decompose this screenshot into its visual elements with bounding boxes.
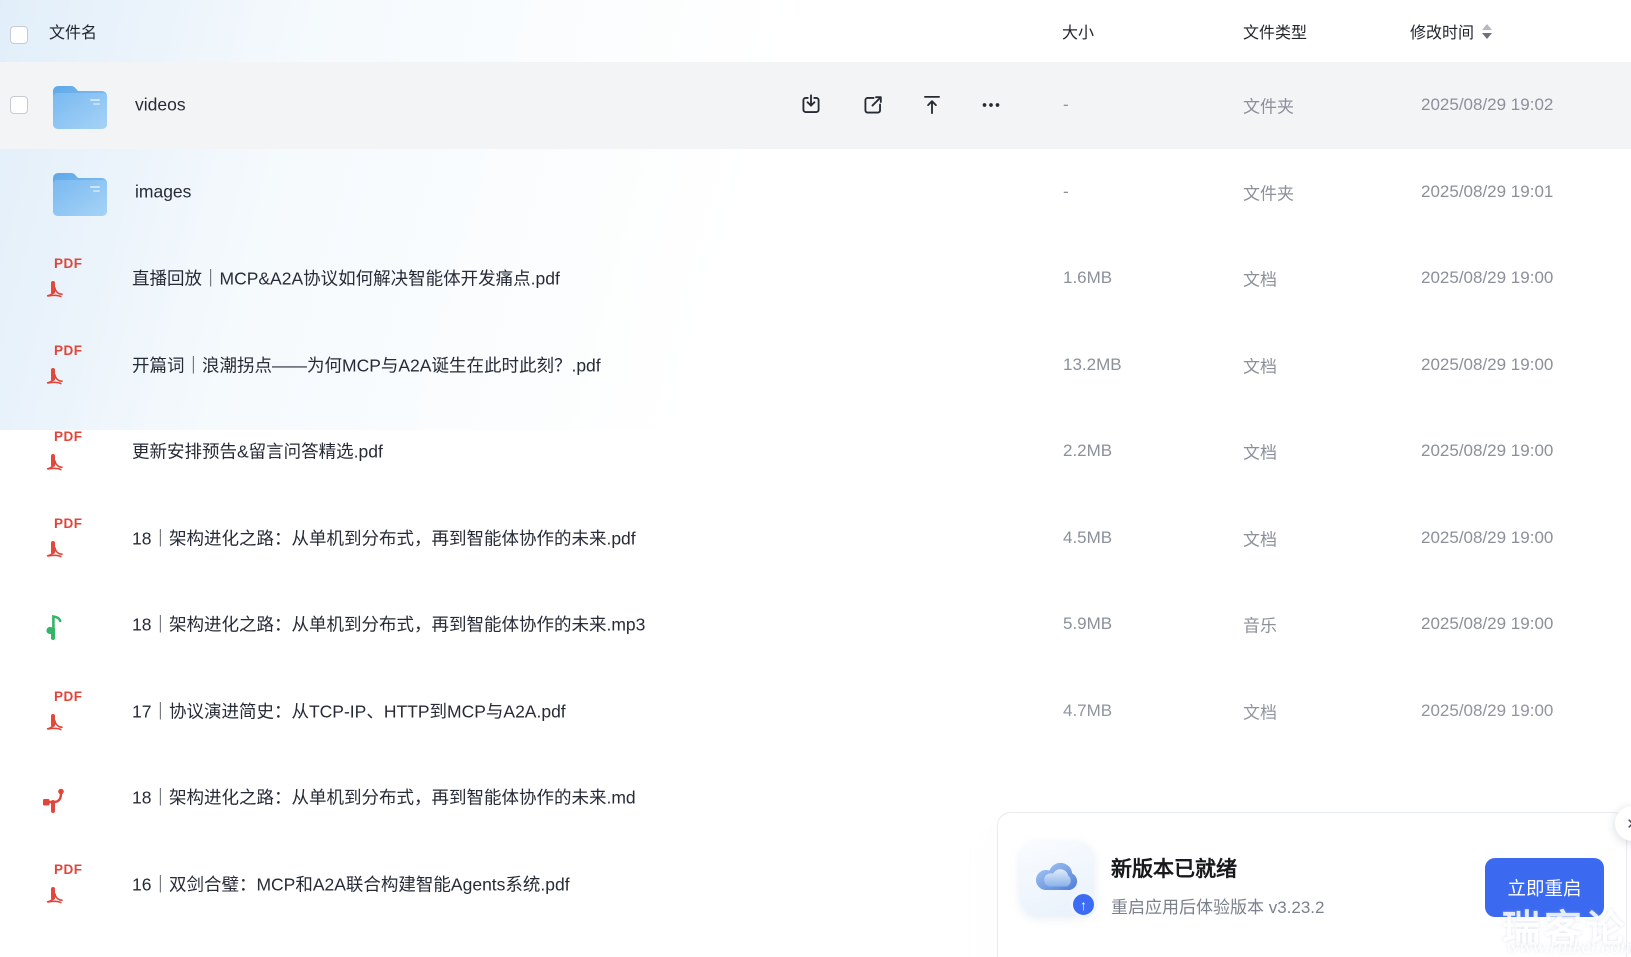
file-size: - <box>1063 182 1069 202</box>
toast-subtitle: 重启应用后体验版本 v3.23.2 <box>1111 893 1325 918</box>
column-header-type[interactable]: 文件类型 <box>1243 19 1307 43</box>
file-type: 文件夹 <box>1243 93 1294 118</box>
file-type: 文档 <box>1243 266 1277 291</box>
file-row[interactable]: PDF 开篇词｜浪潮拐点——为何MCP与A2A诞生在此时此刻？.pdf 13.2… <box>0 322 1631 409</box>
column-header-modified-label: 修改时间 <box>1410 19 1474 43</box>
file-modified: 2025/08/29 19:00 <box>1421 528 1553 548</box>
cloud-drive-update-icon: ↑ <box>1020 841 1094 915</box>
sort-icon[interactable] <box>1482 24 1492 39</box>
file-size: 5.9MB <box>1063 614 1112 634</box>
file-row[interactable]: PDF 18｜架构进化之路：从单机到分布式，再到智能体协作的未来.pdf 4.5… <box>0 495 1631 582</box>
file-name[interactable]: 开篇词｜浪潮拐点——为何MCP与A2A诞生在此时此刻？.pdf <box>132 352 601 377</box>
file-name[interactable]: 直播回放｜MCP&A2A协议如何解决智能体开发痛点.pdf <box>132 266 560 291</box>
file-size: 2.2MB <box>1063 441 1112 461</box>
file-size: 1.6MB <box>1063 268 1112 288</box>
move-to-top-icon[interactable] <box>915 88 949 122</box>
file-name[interactable]: 18｜架构进化之路：从单机到分布式，再到智能体协作的未来.mp3 <box>132 612 645 637</box>
file-size: 13.2MB <box>1063 355 1122 375</box>
file-type: 文档 <box>1243 352 1277 377</box>
file-row[interactable]: PDF 直播回放｜MCP&A2A协议如何解决智能体开发痛点.pdf 1.6MB … <box>0 235 1631 322</box>
file-name[interactable]: 17｜协议演进简史：从TCP-IP、HTTP到MCP与A2A.pdf <box>132 698 566 723</box>
column-header-size[interactable]: 大小 <box>1062 19 1094 43</box>
file-modified: 2025/08/29 19:00 <box>1421 701 1553 721</box>
download-icon[interactable] <box>794 88 828 122</box>
file-modified: 2025/08/29 19:00 <box>1421 268 1553 288</box>
file-modified: 2025/08/29 19:00 <box>1421 441 1553 461</box>
toast-title: 新版本已就绪 <box>1111 853 1237 883</box>
file-name[interactable]: 更新安排预告&留言问答精选.pdf <box>132 439 383 464</box>
file-modified: 2025/08/29 19:00 <box>1421 614 1553 634</box>
file-modified: 2025/08/29 19:00 <box>1421 355 1553 375</box>
file-manager-page: 文件名 大小 文件类型 修改时间 <box>0 0 1631 957</box>
file-modified: 2025/08/29 19:02 <box>1421 95 1553 115</box>
select-all-checkbox[interactable] <box>10 26 28 44</box>
file-row[interactable]: PDF 更新安排预告&留言问答精选.pdf 2.2MB 文档 2025/08/2… <box>0 408 1631 495</box>
open-external-icon[interactable] <box>856 88 890 122</box>
column-header-name[interactable]: 文件名 <box>49 19 97 43</box>
file-list: videos <box>0 62 1631 927</box>
file-type: 文档 <box>1243 698 1277 723</box>
file-size: 4.7MB <box>1063 701 1112 721</box>
file-type: 文件夹 <box>1243 179 1294 204</box>
list-header: 文件名 大小 文件类型 修改时间 <box>0 0 1631 62</box>
file-row[interactable]: PDF 17｜协议演进简史：从TCP-IP、HTTP到MCP与A2A.pdf 4… <box>0 668 1631 755</box>
more-icon[interactable] <box>974 88 1008 122</box>
file-row[interactable]: 18｜架构进化之路：从单机到分布式，再到智能体协作的未来.mp3 5.9MB 音… <box>0 581 1631 668</box>
file-name[interactable]: 18｜架构进化之路：从单机到分布式，再到智能体协作的未来.pdf <box>132 525 636 550</box>
file-row-images[interactable]: images - 文件夹 2025/08/29 19:01 <box>0 149 1631 236</box>
file-name[interactable]: 18｜架构进化之路：从单机到分布式，再到智能体协作的未来.md <box>132 785 636 810</box>
folder-icon <box>50 168 110 216</box>
update-toast: ↑ 新版本已就绪 重启应用后体验版本 v3.23.2 立即重启 <box>997 812 1627 957</box>
file-row-videos[interactable]: videos <box>0 62 1631 149</box>
update-arrow-badge: ↑ <box>1070 891 1097 918</box>
row-checkbox[interactable] <box>10 96 28 114</box>
file-type: 音乐 <box>1243 612 1277 637</box>
file-type: 文档 <box>1243 439 1277 464</box>
file-name[interactable]: images <box>135 181 191 202</box>
column-header-modified[interactable]: 修改时间 <box>1410 19 1492 43</box>
file-modified: 2025/08/29 19:01 <box>1421 182 1553 202</box>
restart-now-button[interactable]: 立即重启 <box>1485 858 1604 917</box>
file-name[interactable]: 16｜双剑合璧：MCP和A2A联合构建智能Agents系统.pdf <box>132 871 570 896</box>
file-size: 4.5MB <box>1063 528 1112 548</box>
folder-icon <box>50 81 110 129</box>
file-name[interactable]: videos <box>135 95 186 116</box>
file-type: 文档 <box>1243 525 1277 550</box>
file-size: - <box>1063 95 1069 115</box>
